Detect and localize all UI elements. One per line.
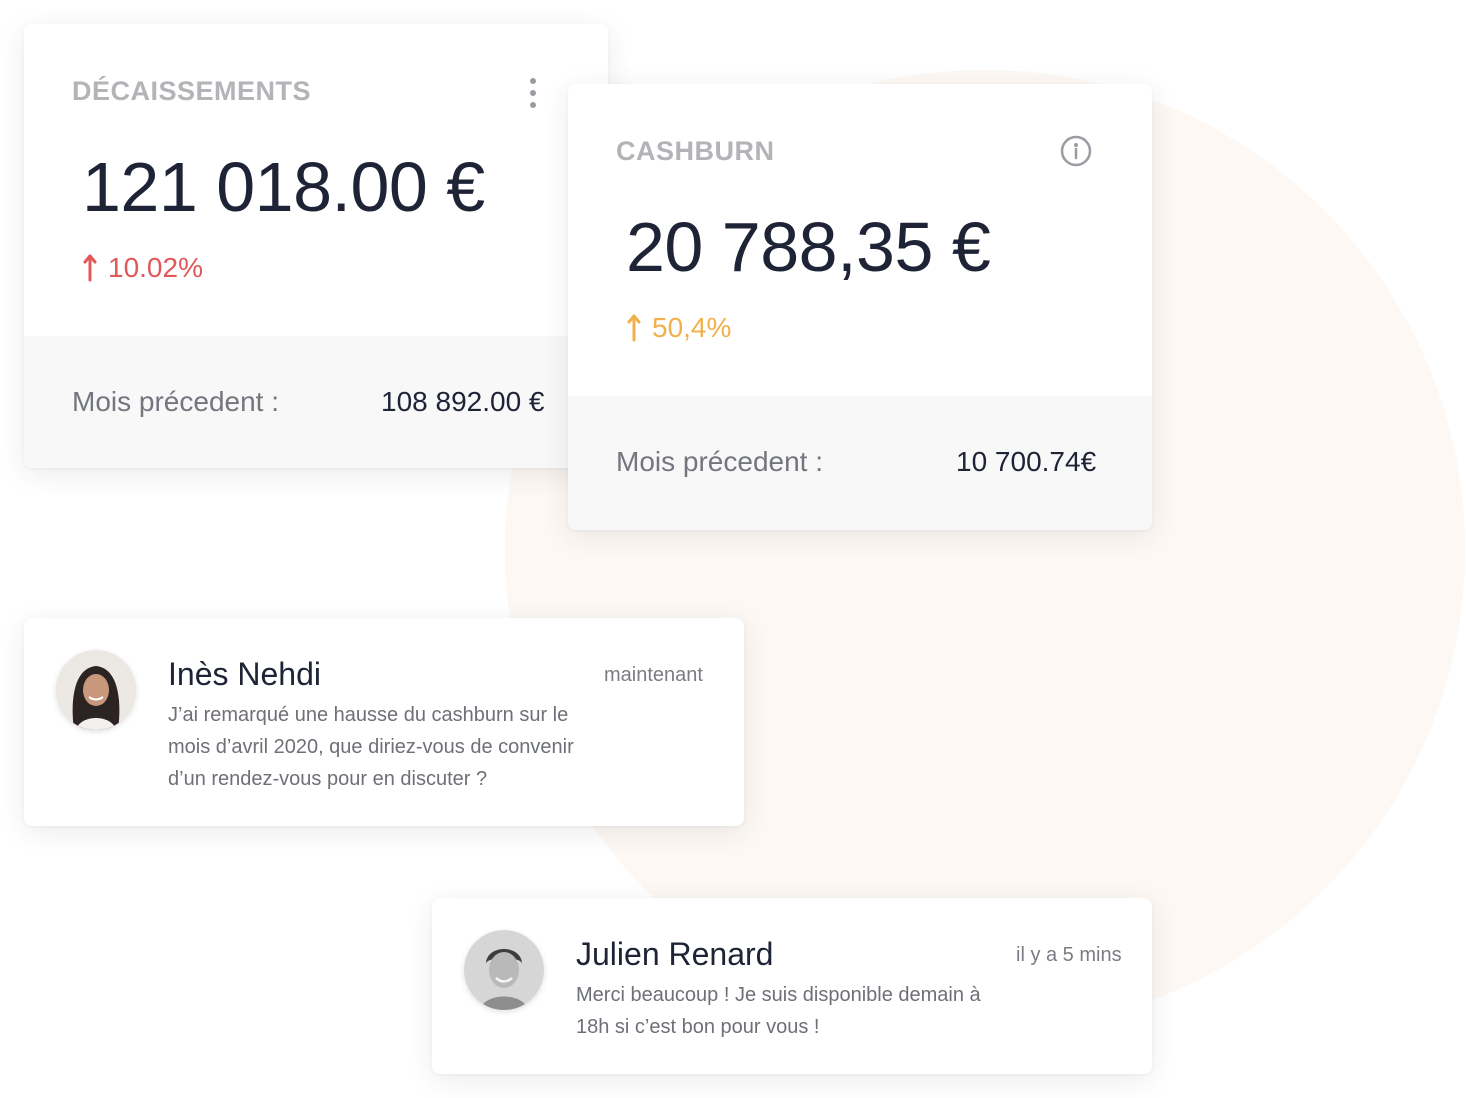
cashburn-value: 20 788,35 €: [626, 208, 991, 286]
info-icon[interactable]: [1060, 135, 1092, 167]
avatar: [56, 650, 136, 730]
message-timestamp: maintenant: [604, 664, 703, 686]
avatar-woman-icon: [56, 650, 136, 730]
cashburn-prev-label: Mois précedent :: [616, 446, 823, 477]
message-body: J’ai remarqué une hausse du cashburn sur…: [168, 704, 574, 790]
message-body: Merci beaucoup ! Je suis disponible dema…: [576, 984, 981, 1038]
decaissements-prev-value: 108 892.00 €: [381, 386, 545, 417]
message-timestamp: il y a 5 mins: [1016, 944, 1122, 966]
message-card-julien[interactable]: Julien Renard il y a 5 mins Merci beauco…: [432, 898, 1152, 1074]
cashburn-change-value: 50,4%: [652, 312, 732, 343]
cashburn-footer: Mois précedent : 10 700.74€: [568, 396, 1152, 530]
avatar-man-icon: [464, 930, 544, 1010]
arrow-up-icon: [83, 254, 97, 282]
message-card-ines[interactable]: Inès Nehdi maintenant J’ai remarqué une …: [24, 618, 744, 826]
decaissements-prev-label: Mois précedent :: [72, 386, 279, 417]
kebab-menu-icon[interactable]: [527, 78, 539, 108]
decaissements-change: 10.02%: [82, 252, 203, 284]
message-sender-name: Inès Nehdi: [168, 656, 321, 692]
cashburn-change: 50,4%: [626, 312, 731, 344]
cashburn-title: CASHBURN: [616, 136, 775, 166]
cashburn-card: CASHBURN 20 788,35 € 50,4% Mois préceden…: [568, 84, 1152, 530]
decaissements-footer: Mois précedent : 108 892.00 €: [24, 336, 608, 468]
cashburn-prev-value: 10 700.74€: [956, 446, 1097, 477]
arrow-up-icon: [627, 314, 641, 342]
decaissements-change-value: 10.02%: [108, 252, 203, 283]
message-sender-name: Julien Renard: [576, 936, 774, 972]
decaissements-card: DÉCAISSEMENTS 121 018.00 € 10.02% Mois p…: [24, 24, 608, 468]
decaissements-title: DÉCAISSEMENTS: [72, 76, 312, 106]
decaissements-value: 121 018.00 €: [82, 148, 485, 226]
avatar: [464, 930, 544, 1010]
